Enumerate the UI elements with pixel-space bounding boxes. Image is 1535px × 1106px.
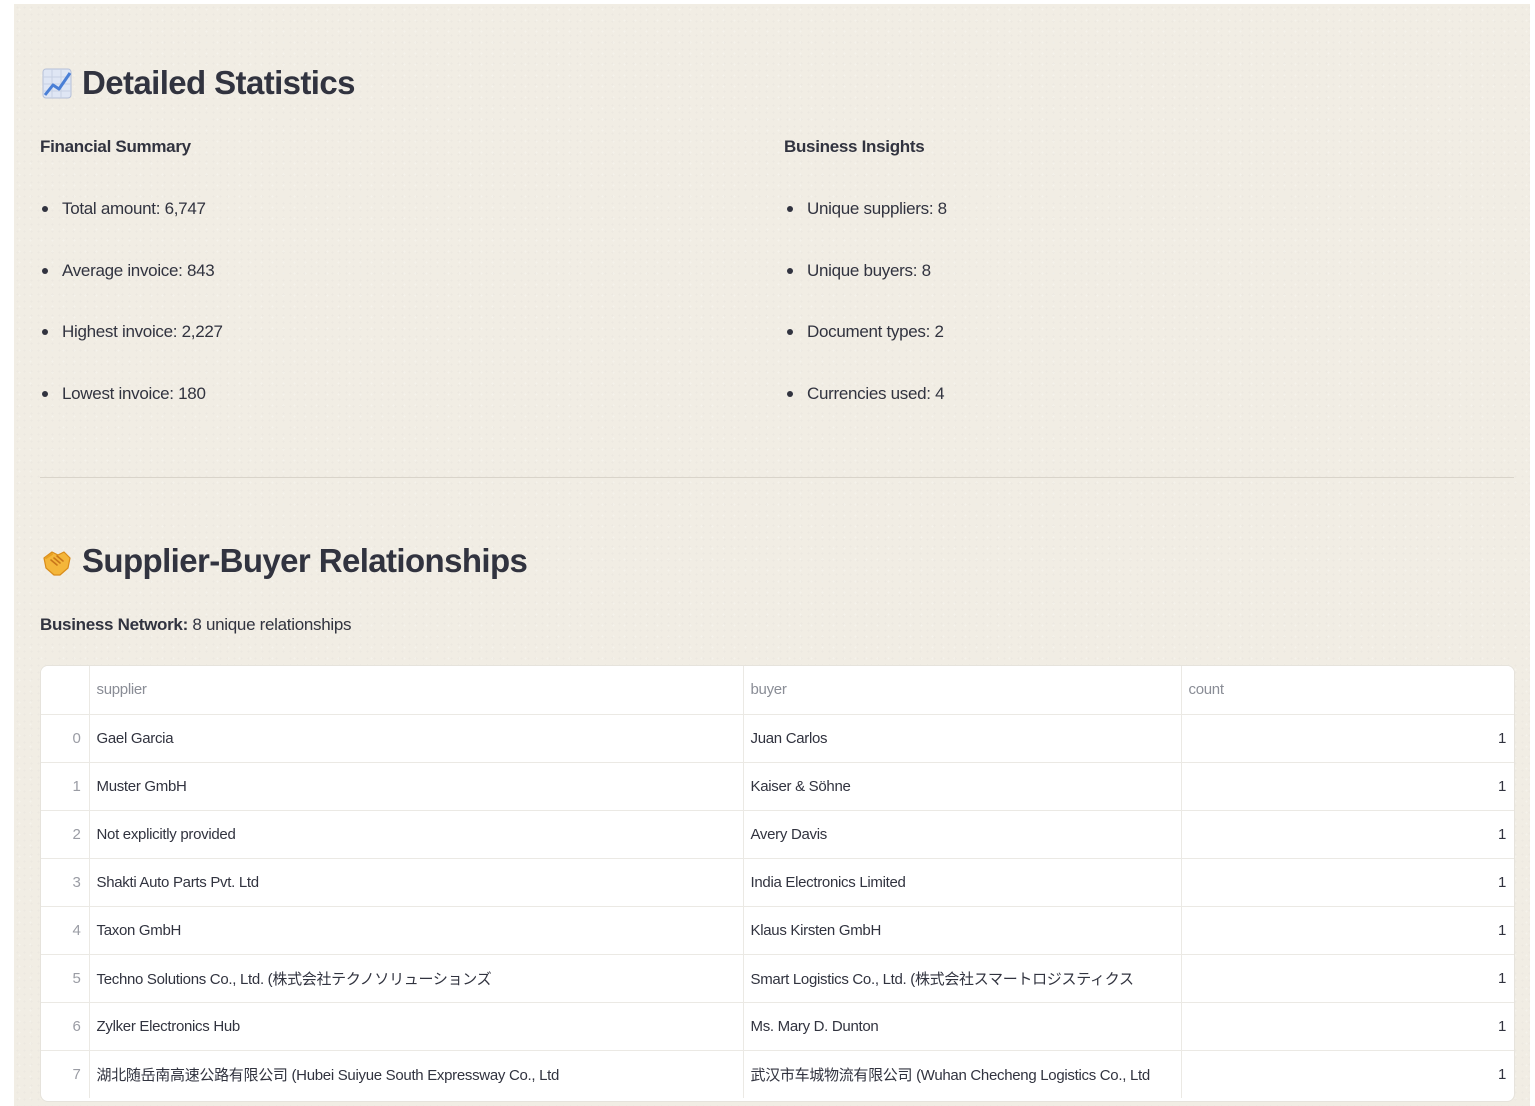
buyer-cell[interactable]: 武汉市车城物流有限公司 (Wuhan Checheng Logistics Co… (743, 1050, 1182, 1098)
bullet-icon (42, 267, 48, 274)
financial-summary-heading: Financial Summary (40, 137, 191, 156)
row-index: 7 (41, 1050, 90, 1098)
count-cell[interactable]: 1 (1181, 762, 1514, 811)
count-cell[interactable]: 1 (1181, 810, 1514, 859)
row-index: 6 (41, 1002, 90, 1051)
table-row: 3 Shakti Auto Parts Pvt. Ltd India Elect… (41, 858, 1514, 907)
bullet-icon (42, 329, 48, 335)
buyer-cell[interactable]: Juan Carlos (743, 714, 1182, 763)
column-header-index[interactable] (41, 666, 90, 715)
table-row: 1 Muster GmbH Kaiser & Söhne 1 (41, 762, 1514, 811)
column-header-buyer[interactable]: buyer (743, 666, 1182, 715)
insight-item-suppliers: Unique suppliers: 8 (785, 199, 1485, 261)
bullet-icon (787, 206, 793, 212)
count-cell[interactable]: 1 (1181, 906, 1514, 955)
table-row: 2 Not explicitly provided Avery Davis 1 (41, 810, 1514, 859)
count-cell[interactable]: 1 (1181, 858, 1514, 907)
financial-item-lowest: Lowest invoice: 180 (40, 384, 740, 446)
business-insights-list: Unique suppliers: 8 Unique buyers: 8 Doc… (785, 199, 1485, 445)
financial-item-highest: Highest invoice: 2,227 (40, 322, 740, 384)
row-index: 0 (41, 714, 90, 763)
supplier-cell[interactable]: Muster GmbH (89, 762, 744, 811)
insight-item-currencies: Currencies used: 4 (785, 384, 1485, 446)
business-network-summary: Business Network: 8 unique relationships (40, 615, 351, 635)
insight-item-document-types: Document types: 2 (785, 322, 1485, 384)
buyer-cell[interactable]: Ms. Mary D. Dunton (743, 1002, 1182, 1051)
relationships-table[interactable]: supplier buyer count 0 Gael Garcia Juan … (40, 665, 1515, 1102)
buyer-cell[interactable]: India Electronics Limited (743, 858, 1182, 907)
financial-item-total: Total amount: 6,747 (40, 199, 740, 261)
row-index: 5 (41, 954, 90, 1003)
supplier-cell[interactable]: Shakti Auto Parts Pvt. Ltd (89, 858, 744, 907)
bullet-icon (787, 390, 793, 397)
supplier-cell[interactable]: Not explicitly provided (89, 810, 744, 859)
buyer-cell[interactable]: Avery Davis (743, 810, 1182, 859)
handshake-icon (42, 544, 72, 578)
row-index: 4 (41, 906, 90, 955)
relationships-heading: Supplier-Buyer Relationships (42, 542, 528, 580)
count-cell[interactable]: 1 (1181, 714, 1514, 763)
section-divider (40, 477, 1514, 478)
business-network-value: 8 unique relationships (192, 615, 352, 634)
relationships-dataframe: supplier buyer count 0 Gael Garcia Juan … (41, 666, 1514, 1098)
count-cell[interactable]: 1 (1181, 954, 1514, 1003)
insight-item-buyers: Unique buyers: 8 (785, 261, 1485, 323)
report-page: Detailed Statistics Financial Summary Bu… (14, 4, 1530, 1106)
supplier-cell[interactable]: Taxon GmbH (89, 906, 744, 955)
row-index: 2 (41, 810, 90, 859)
table-header-row: supplier buyer count (41, 666, 1514, 715)
financial-summary-list: Total amount: 6,747 Average invoice: 843… (40, 199, 740, 445)
column-header-count[interactable]: count (1181, 666, 1514, 715)
buyer-cell[interactable]: Smart Logistics Co., Ltd. (株式会社スマートロジスティ… (743, 954, 1182, 1003)
table-row: 0 Gael Garcia Juan Carlos 1 (41, 714, 1514, 763)
count-cell[interactable]: 1 (1181, 1050, 1514, 1098)
bullet-icon (787, 267, 793, 274)
financial-item-average: Average invoice: 843 (40, 261, 740, 323)
business-insights-heading: Business Insights (784, 137, 925, 156)
buyer-cell[interactable]: Klaus Kirsten GmbH (743, 906, 1182, 955)
table-row: 7 湖北随岳南高速公路有限公司 (Hubei Suiyue South Expr… (41, 1050, 1514, 1098)
supplier-cell[interactable]: Gael Garcia (89, 714, 744, 763)
supplier-cell[interactable]: Techno Solutions Co., Ltd. (株式会社テクノソリューシ… (89, 954, 744, 1003)
count-cell[interactable]: 1 (1181, 1002, 1514, 1051)
table-row: 6 Zylker Electronics Hub Ms. Mary D. Dun… (41, 1002, 1514, 1051)
relationships-title: Supplier-Buyer Relationships (82, 542, 528, 579)
column-header-supplier[interactable]: supplier (89, 666, 744, 715)
supplier-cell[interactable]: 湖北随岳南高速公路有限公司 (Hubei Suiyue South Expres… (89, 1050, 744, 1098)
row-index: 1 (41, 762, 90, 811)
bullet-icon (42, 206, 48, 212)
supplier-cell[interactable]: Zylker Electronics Hub (89, 1002, 744, 1051)
business-network-label: Business Network: (40, 615, 188, 634)
detailed-statistics-title: Detailed Statistics (82, 64, 355, 101)
chart-increasing-icon (42, 66, 72, 100)
bullet-icon (787, 329, 793, 335)
bullet-icon (42, 390, 48, 397)
table-row: 4 Taxon GmbH Klaus Kirsten GmbH 1 (41, 906, 1514, 955)
table-row: 5 Techno Solutions Co., Ltd. (株式会社テクノソリュ… (41, 954, 1514, 1003)
detailed-statistics-heading: Detailed Statistics (42, 64, 355, 102)
row-index: 3 (41, 858, 90, 907)
buyer-cell[interactable]: Kaiser & Söhne (743, 762, 1182, 811)
